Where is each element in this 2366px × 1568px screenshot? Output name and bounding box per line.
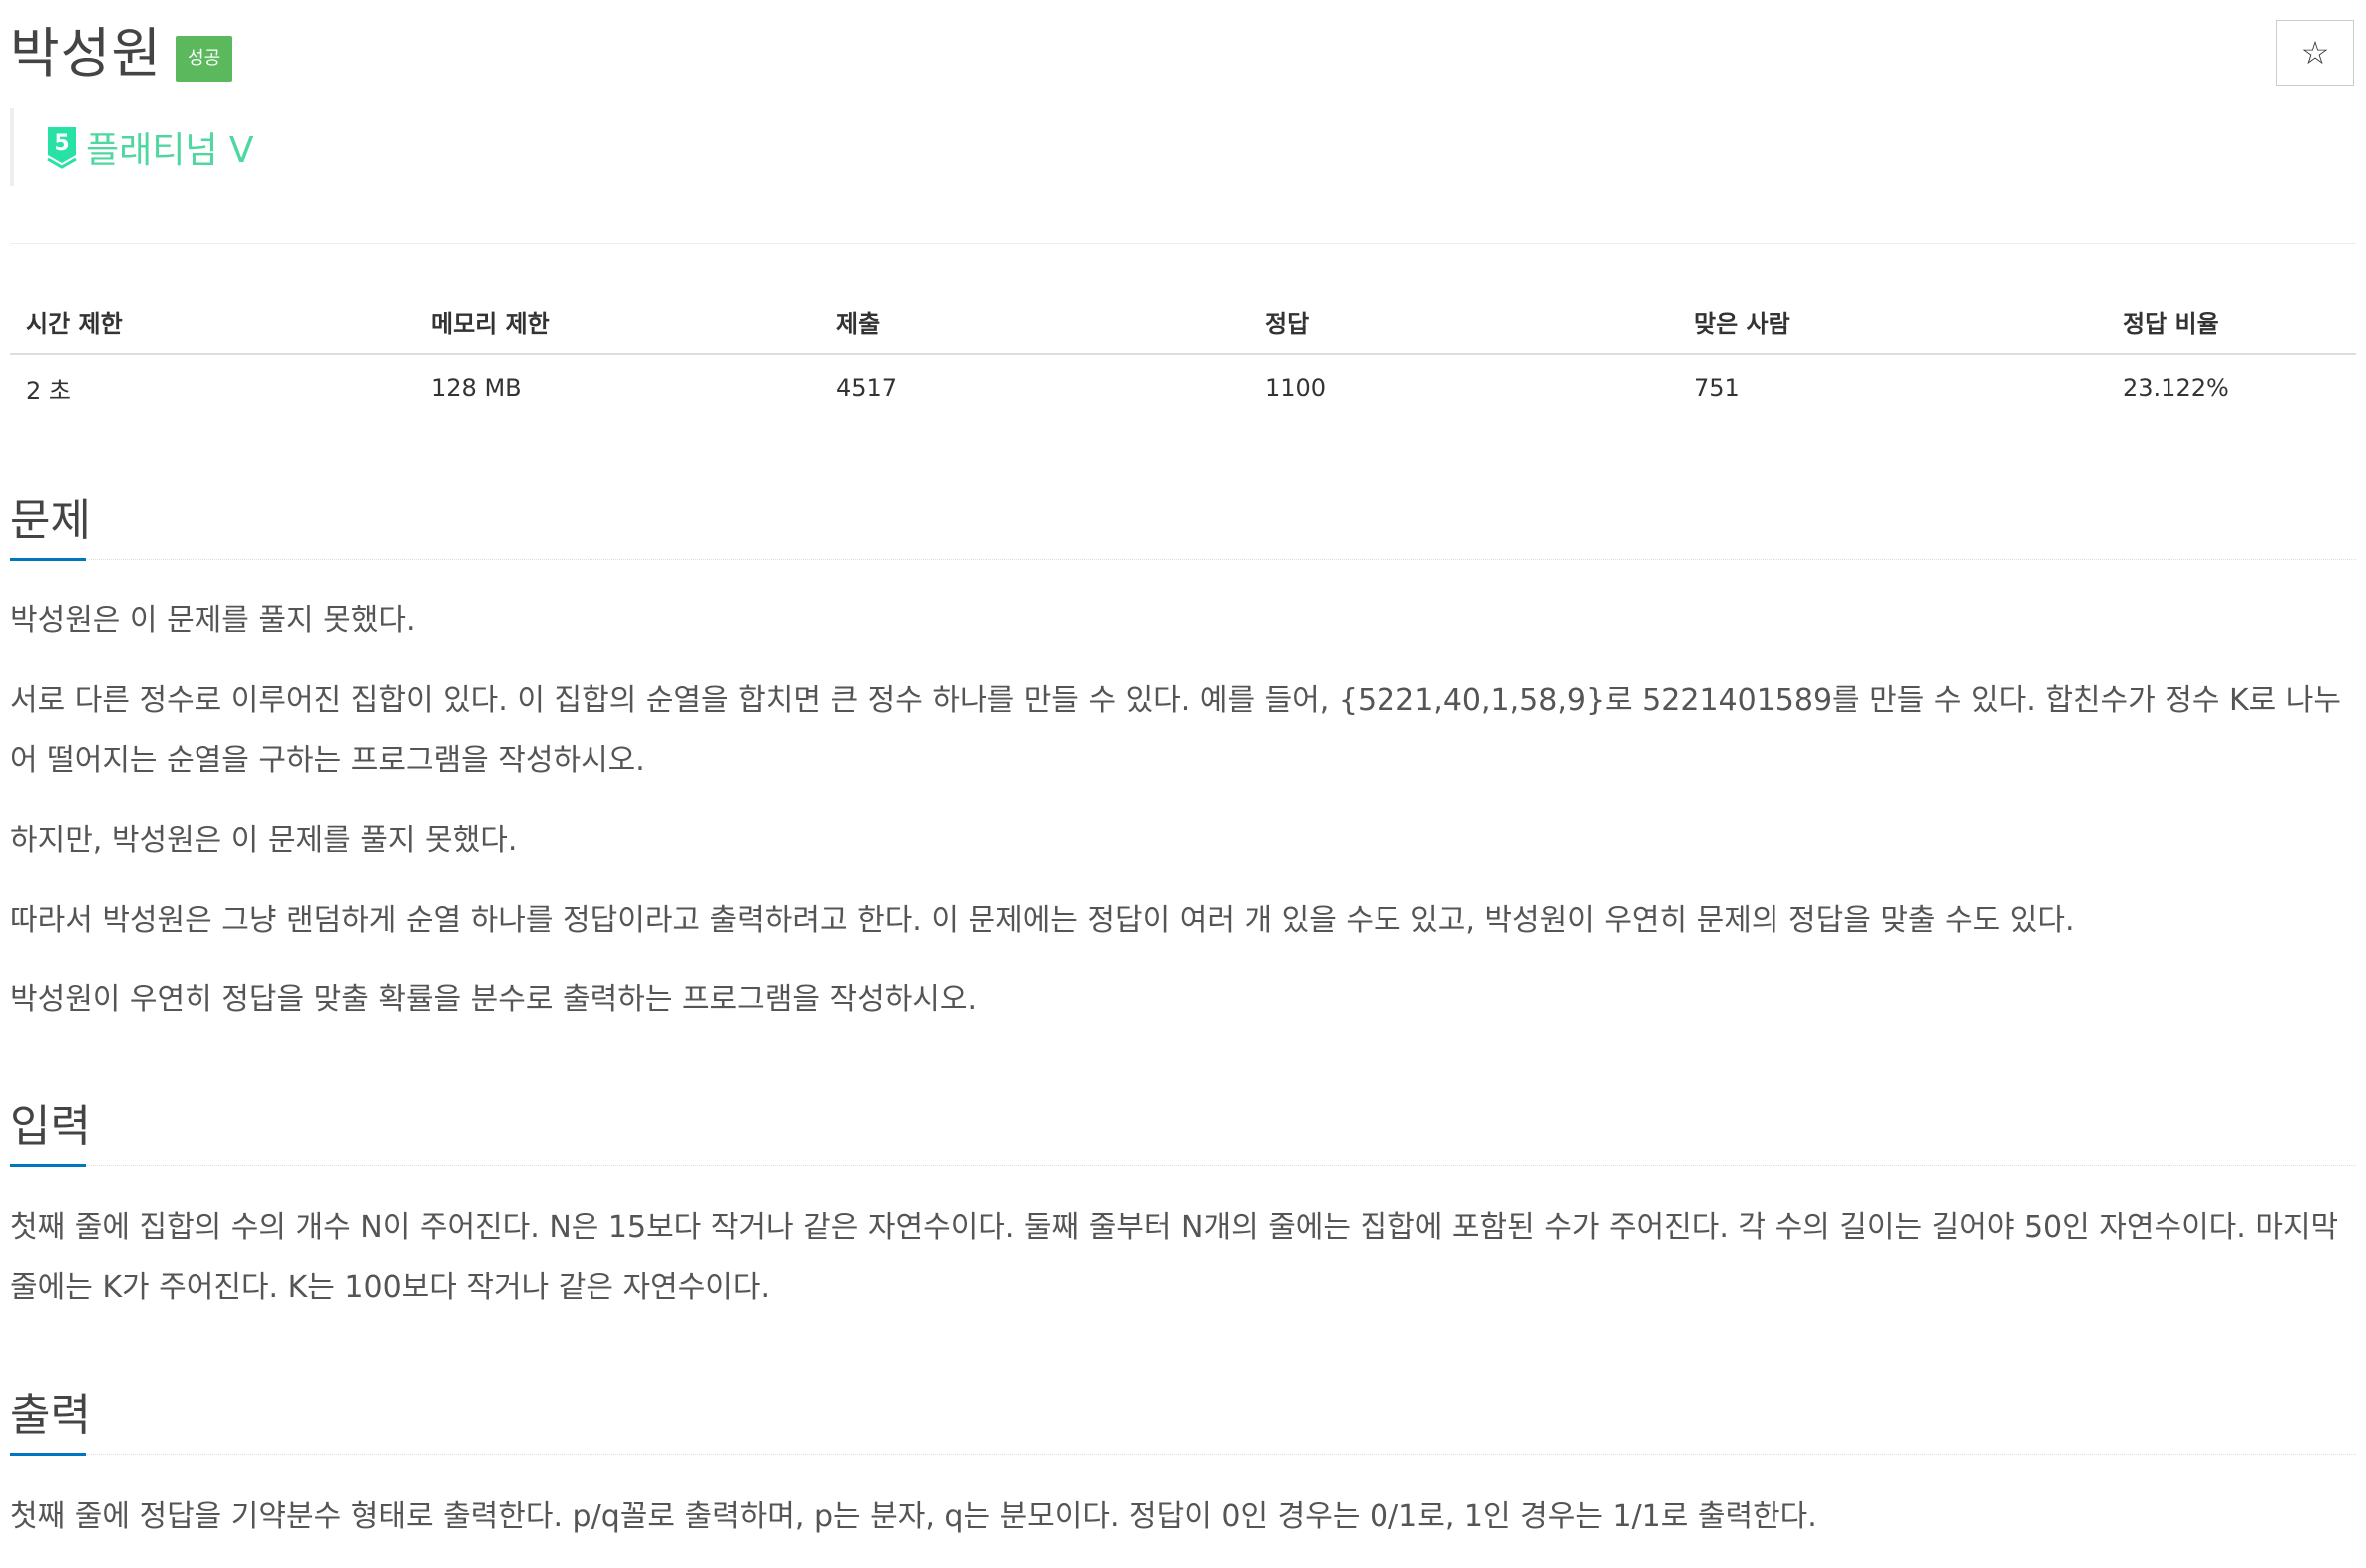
problem-paragraph: 박성원은 이 문제를 풀지 못했다. [10,603,416,638]
section-underline [10,1164,86,1167]
tier-number: 5 [54,131,69,156]
star-button[interactable]: ☆ [2276,20,2354,86]
problem-paragraph: 따라서 박성원은 그냥 랜덤하게 순열 하나를 정답이라고 출력하려고 한다. … [10,903,2075,938]
input-section-header: 입력 [10,1097,2356,1167]
problem-info-table: 시간 제한 메모리 제한 제출 정답 맞은 사람 정답 비율 2 초 128 M… [10,289,2356,421]
table-header-row: 시간 제한 메모리 제한 제출 정답 맞은 사람 정답 비율 [10,289,2356,355]
table-row: 2 초 128 MB 4517 1100 751 23.122% [10,354,2356,421]
problem-section: 문제 박성원은 이 문제를 풀지 못했다. 서로 다른 정수로 이루어진 집합이… [10,491,2356,1030]
accept-ratio-value: 23.122% [2123,374,2229,402]
output-section: 출력 첫째 줄에 정답을 기약분수 형태로 출력한다. p/q꼴로 출력하며, … [10,1386,2356,1547]
header-time-limit: 시간 제한 [10,289,415,355]
header-submissions: 제출 [820,289,1249,355]
section-underline [10,558,86,561]
accepted-value: 1100 [1265,374,1327,402]
input-section-title: 입력 [10,1101,91,1152]
header-solved-users: 맞은 사람 [1678,289,2107,355]
title-row: 박성원 성공 [10,18,233,90]
problem-paragraph: 박성원이 우연히 정답을 맞출 확률을 분수로 출력하는 프로그램을 작성하시오… [10,982,978,1017]
time-limit-value: 2 초 [26,376,71,405]
solved-users-value: 751 [1694,374,1740,402]
section-underline [10,1453,86,1456]
problem-section-title: 문제 [10,495,91,546]
output-section-title: 출력 [10,1390,91,1441]
header-divider [10,243,2356,244]
input-paragraph: 첫째 줄에 집합의 수의 개수 N이 주어진다. N은 15보다 작거나 같은 … [10,1210,2339,1305]
tier-badge-icon: 5 [47,127,77,169]
header-memory-limit: 메모리 제한 [415,289,820,355]
star-icon: ☆ [2300,34,2330,72]
tier-block: 5 플래티넘 V [10,108,254,186]
memory-limit-value: 128 MB [431,374,522,402]
problem-paragraph: 하지만, 박성원은 이 문제를 풀지 못했다. [10,823,518,858]
output-paragraph: 첫째 줄에 정답을 기약분수 형태로 출력한다. p/q꼴로 출력하며, p는 … [10,1499,1817,1534]
submissions-value: 4517 [836,374,898,402]
input-section: 입력 첫째 줄에 집합의 수의 개수 N이 주어진다. N은 15보다 작거나 … [10,1097,2356,1318]
problem-title: 박성원 [10,22,163,85]
problem-paragraph: 서로 다른 정수로 이루어진 집합이 있다. 이 집합의 순열을 합치면 큰 정… [10,683,2342,778]
problem-section-header: 문제 [10,491,2356,561]
header-accept-ratio: 정답 비율 [2107,289,2356,355]
header-accepted: 정답 [1249,289,1678,355]
tier-label[interactable]: 플래티넘 V [86,121,254,173]
output-section-header: 출력 [10,1386,2356,1456]
status-badge: 성공 [176,36,233,82]
